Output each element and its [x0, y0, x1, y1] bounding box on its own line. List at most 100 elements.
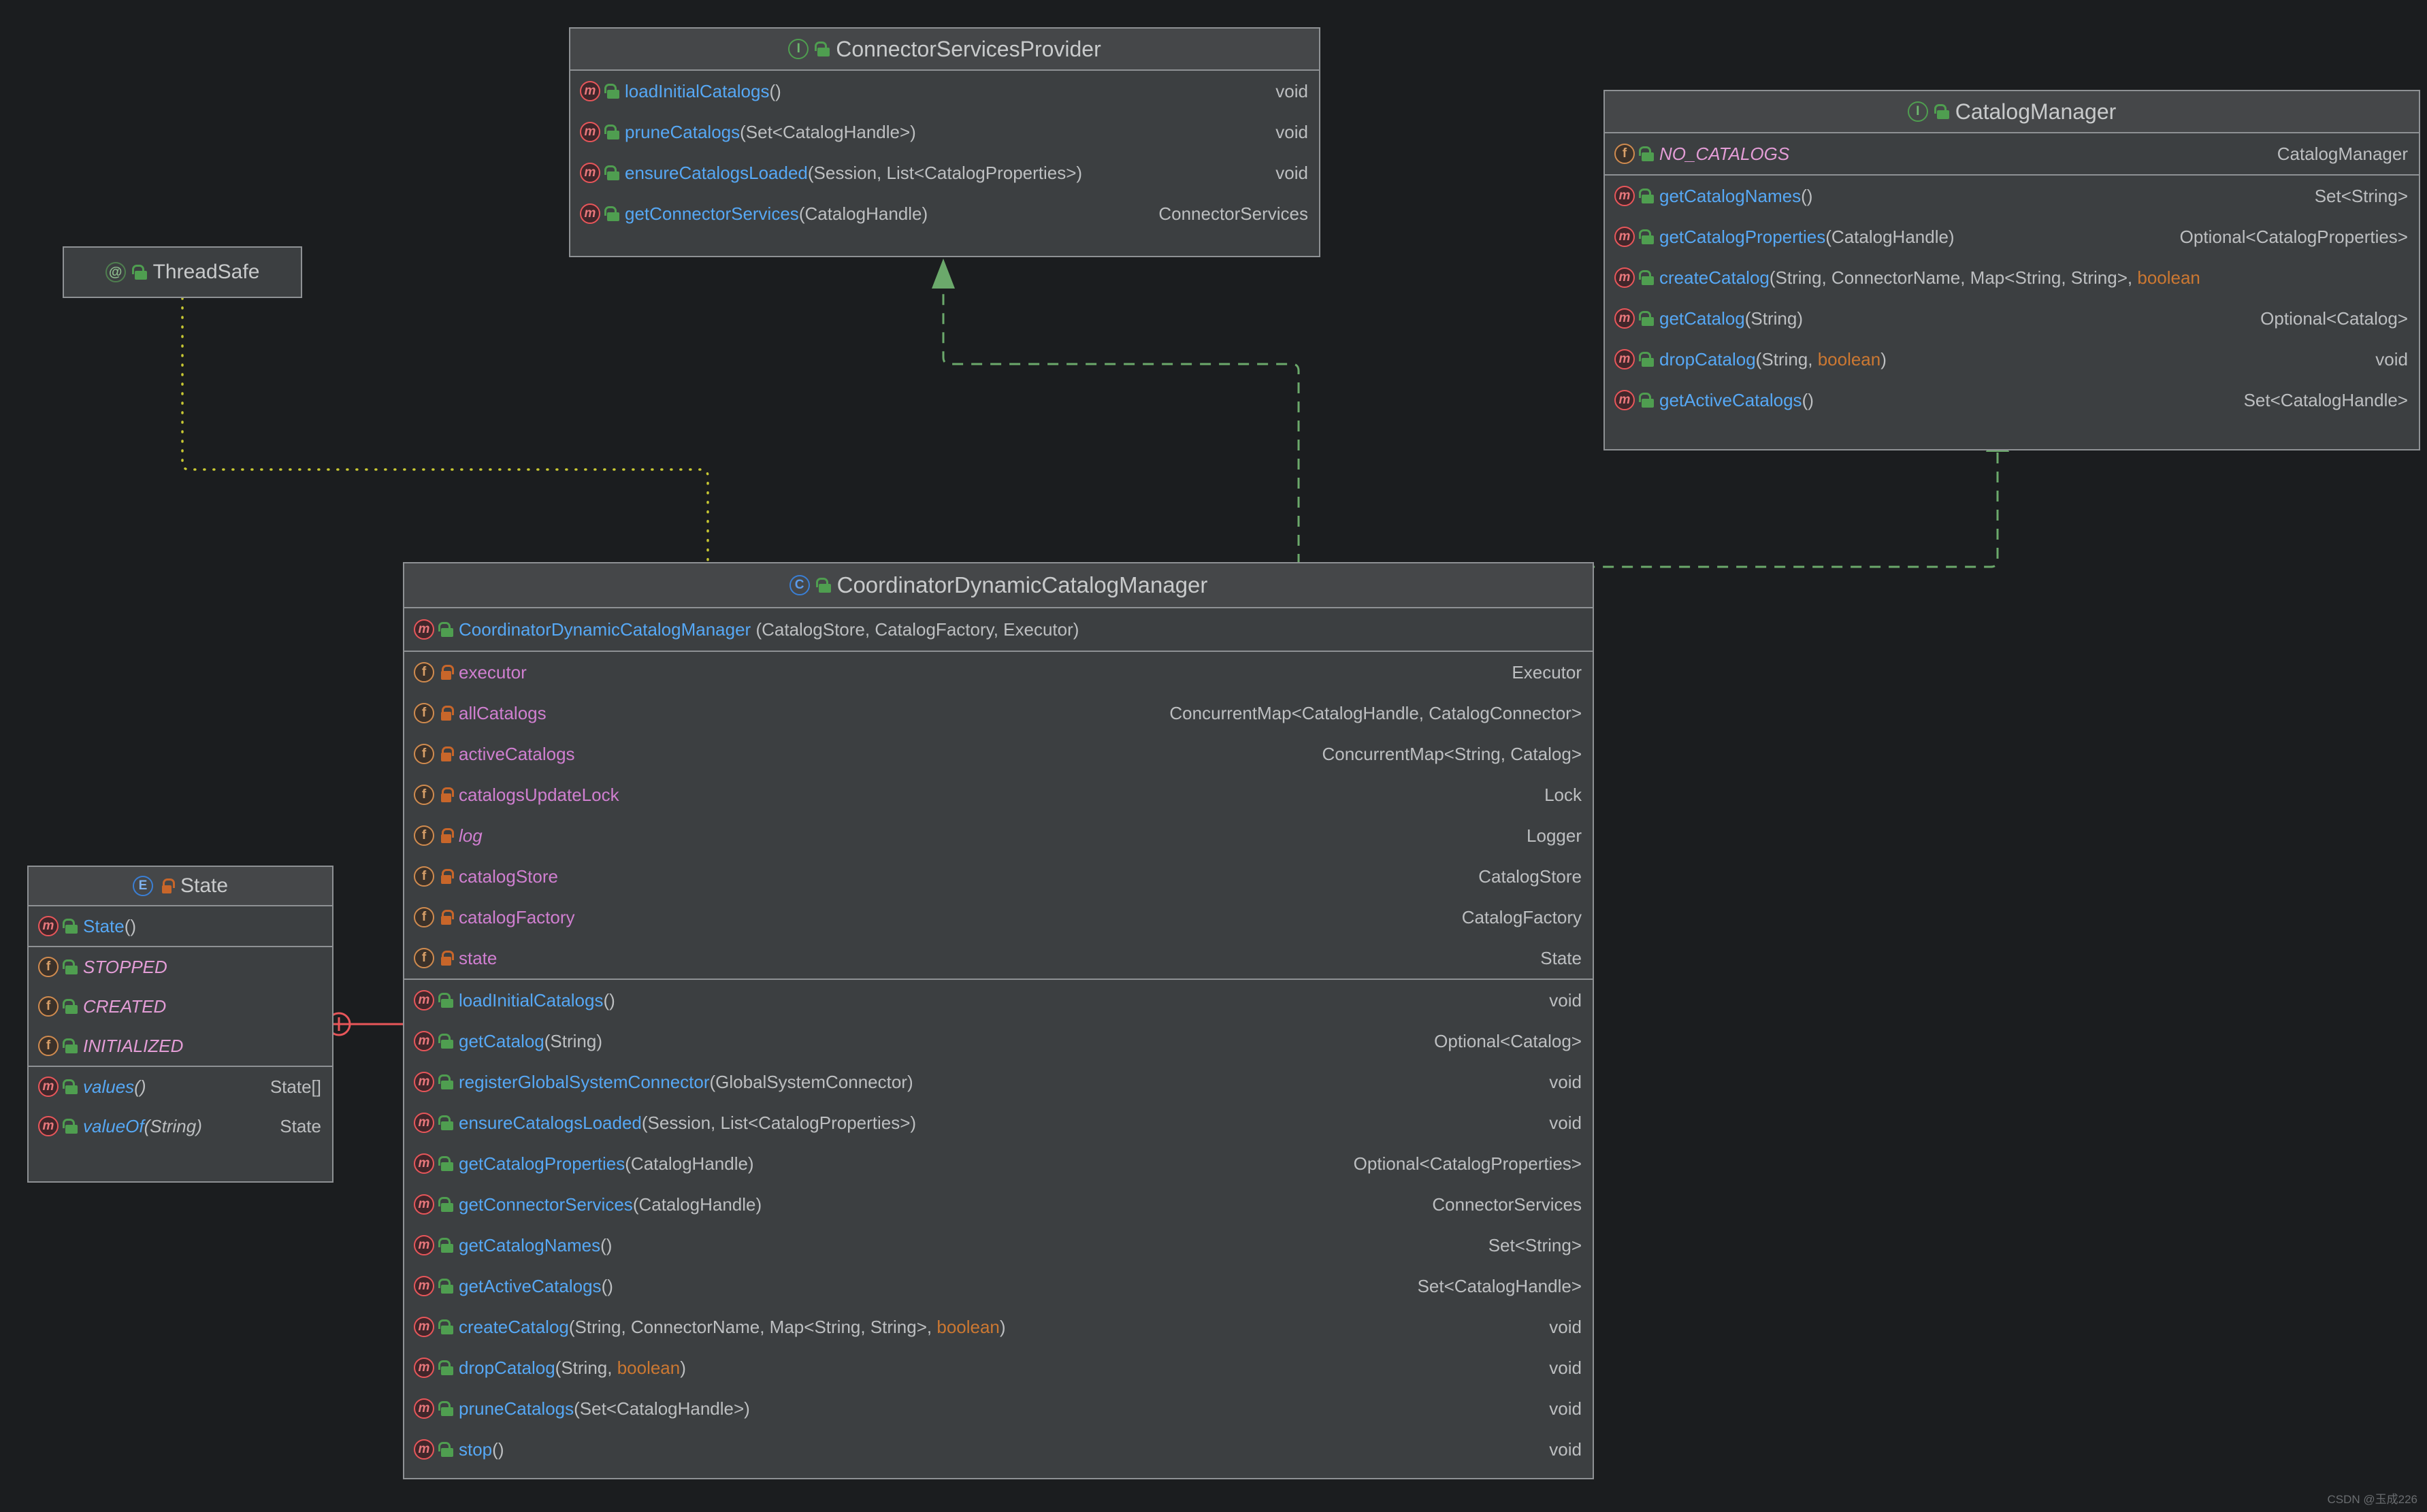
- method-params: (String): [544, 1030, 603, 1051]
- open-lock-icon: [604, 125, 619, 139]
- method-icon: m: [580, 163, 600, 183]
- open-lock-icon: [438, 1401, 453, 1416]
- field-type: Logger: [1527, 825, 1582, 846]
- open-lock-icon: [438, 1034, 453, 1049]
- method-icon: m: [38, 1077, 59, 1097]
- method-row[interactable]: m ensureCatalogsLoaded(Session, List<Cat…: [570, 152, 1319, 193]
- field-row[interactable]: f state State: [404, 938, 1593, 979]
- method-row[interactable]: m getCatalogProperties(CatalogHandle) Op…: [1605, 216, 2419, 257]
- method-name: ensureCatalogsLoaded: [459, 1112, 642, 1133]
- method-icon: m: [580, 203, 600, 224]
- open-lock-icon: [604, 165, 619, 180]
- method-icon: m: [1614, 349, 1635, 369]
- method-row[interactable]: m pruneCatalogs(Set<CatalogHandle>) void: [570, 112, 1319, 152]
- method-row[interactable]: m createCatalog(String, ConnectorName, M…: [1605, 257, 2419, 298]
- method-row[interactable]: m getCatalogProperties(CatalogHandle) Op…: [404, 1143, 1593, 1184]
- methods-section: m loadInitialCatalogs() void m pruneCata…: [570, 71, 1319, 234]
- method-name: loadInitialCatalogs: [625, 80, 770, 101]
- open-lock-icon: [1639, 188, 1654, 203]
- method-row[interactable]: m getCatalogNames() Set<String>: [404, 1225, 1593, 1266]
- method-row[interactable]: m registerGlobalSystemConnector(GlobalSy…: [404, 1062, 1593, 1102]
- method-params: (GlobalSystemConnector): [709, 1071, 913, 1092]
- field-row[interactable]: f executor Executor: [404, 652, 1593, 693]
- watermark: CSDN @玉成226: [2327, 1493, 2417, 1506]
- fields-section: f executor Executor f allCatalogs Concur…: [404, 652, 1593, 980]
- field-row[interactable]: f log Logger: [404, 815, 1593, 856]
- method-row[interactable]: m getCatalogNames() Set<String>: [1605, 176, 2419, 216]
- fields-section: f NO_CATALOGS CatalogManager: [1605, 133, 2419, 176]
- method-row[interactable]: m getCatalog(String) Optional<Catalog>: [404, 1021, 1593, 1062]
- field-icon: f: [414, 866, 434, 887]
- field-icon: f: [414, 825, 434, 846]
- method-row[interactable]: m createCatalog(String, ConnectorName, M…: [404, 1306, 1593, 1347]
- closed-lock-icon: [160, 878, 175, 893]
- method-row[interactable]: m getActiveCatalogs() Set<CatalogHandle>: [1605, 380, 2419, 421]
- method-row[interactable]: m loadInitialCatalogs() void: [404, 980, 1593, 1021]
- method-params: (): [601, 1275, 613, 1296]
- return-type: void: [1549, 1112, 1582, 1133]
- method-row[interactable]: m dropCatalog(String, boolean) void: [404, 1347, 1593, 1388]
- field-row[interactable]: f catalogFactory CatalogFactory: [404, 897, 1593, 938]
- method-icon: m: [1614, 390, 1635, 410]
- field-row[interactable]: f allCatalogs ConcurrentMap<CatalogHandl…: [404, 693, 1593, 734]
- constructor-row[interactable]: m State(): [29, 906, 332, 946]
- coordinator-box[interactable]: C CoordinatorDynamicCatalogManager m Coo…: [403, 562, 1594, 1479]
- method-name: getCatalog: [1659, 308, 1745, 329]
- return-type: State: [280, 1115, 321, 1136]
- return-type: Set<String>: [2314, 185, 2408, 206]
- interface-icon: I: [788, 39, 809, 59]
- method-icon: m: [414, 1439, 434, 1460]
- method-row[interactable]: m valueOf(String) State: [29, 1106, 332, 1146]
- return-type: ConnectorServices: [1432, 1194, 1582, 1215]
- constant-row[interactable]: f INITIALIZED: [29, 1026, 332, 1066]
- method-icon: m: [580, 81, 600, 101]
- method-row[interactable]: m getActiveCatalogs() Set<CatalogHandle>: [404, 1266, 1593, 1306]
- open-lock-icon: [1639, 393, 1654, 408]
- closed-lock-icon: [439, 706, 454, 721]
- field-row[interactable]: f catalogStore CatalogStore: [404, 856, 1593, 897]
- coordinator-title: C CoordinatorDynamicCatalogManager: [404, 563, 1593, 608]
- method-params: (String): [144, 1115, 202, 1136]
- constructor-name: CoordinatorDynamicCatalogManager: [459, 619, 751, 640]
- method-icon: m: [38, 916, 59, 936]
- method-row[interactable]: m stop() void: [404, 1429, 1593, 1470]
- method-params: (CatalogHandle): [798, 203, 928, 224]
- method-row[interactable]: m loadInitialCatalogs() void: [570, 71, 1319, 112]
- open-lock-icon: [63, 999, 78, 1014]
- method-row[interactable]: m dropCatalog(String, boolean) void: [1605, 339, 2419, 380]
- method-row[interactable]: m getConnectorServices(CatalogHandle) Co…: [570, 193, 1319, 234]
- methods-section: m loadInitialCatalogs() void m getCatalo…: [404, 980, 1593, 1470]
- state-enum-box[interactable]: E State m State() f STOPPED f CREATED f …: [27, 866, 333, 1183]
- field-name: catalogStore: [459, 866, 558, 887]
- method-row[interactable]: m ensureCatalogsLoaded(Session, List<Cat…: [404, 1102, 1593, 1143]
- connectorservicesprovider-box[interactable]: I ConnectorServicesProvider m loadInitia…: [569, 27, 1320, 257]
- catalogmanager-title: I CatalogManager: [1605, 91, 2419, 133]
- field-row[interactable]: f catalogsUpdateLock Lock: [404, 774, 1593, 815]
- method-row[interactable]: m pruneCatalogs(Set<CatalogHandle>) void: [404, 1388, 1593, 1429]
- method-row[interactable]: m getCatalog(String) Optional<Catalog>: [1605, 298, 2419, 339]
- method-row[interactable]: m getConnectorServices(CatalogHandle) Co…: [404, 1184, 1593, 1225]
- field-row[interactable]: f NO_CATALOGS CatalogManager: [1605, 133, 2419, 174]
- return-type: Optional<Catalog>: [2260, 308, 2408, 329]
- field-icon: f: [414, 703, 434, 723]
- method-params: (): [492, 1439, 504, 1460]
- open-lock-icon: [438, 622, 453, 637]
- method-icon: m: [414, 1113, 434, 1133]
- method-name: getActiveCatalogs: [1659, 389, 1802, 410]
- threadsafe-annotation-box[interactable]: @ ThreadSafe: [63, 246, 302, 298]
- field-icon: f: [414, 662, 434, 683]
- open-lock-icon: [1639, 229, 1654, 244]
- state-enum-title: E State: [29, 867, 332, 906]
- field-name: activeCatalogs: [459, 743, 575, 764]
- constant-row[interactable]: f STOPPED: [29, 947, 332, 987]
- constructor-row[interactable]: m CoordinatorDynamicCatalogManager (Cata…: [404, 608, 1593, 651]
- catalogmanager-box[interactable]: I CatalogManager f NO_CATALOGS CatalogMa…: [1603, 90, 2420, 450]
- method-row[interactable]: m values() State[]: [29, 1067, 332, 1106]
- closed-lock-icon: [439, 665, 454, 680]
- method-params: (Set<CatalogHandle>): [574, 1398, 750, 1419]
- method-icon: m: [414, 1398, 434, 1419]
- constant-row[interactable]: f CREATED: [29, 987, 332, 1026]
- method-icon: m: [1614, 267, 1635, 288]
- interface-icon: I: [1907, 101, 1928, 122]
- field-row[interactable]: f activeCatalogs ConcurrentMap<String, C…: [404, 734, 1593, 774]
